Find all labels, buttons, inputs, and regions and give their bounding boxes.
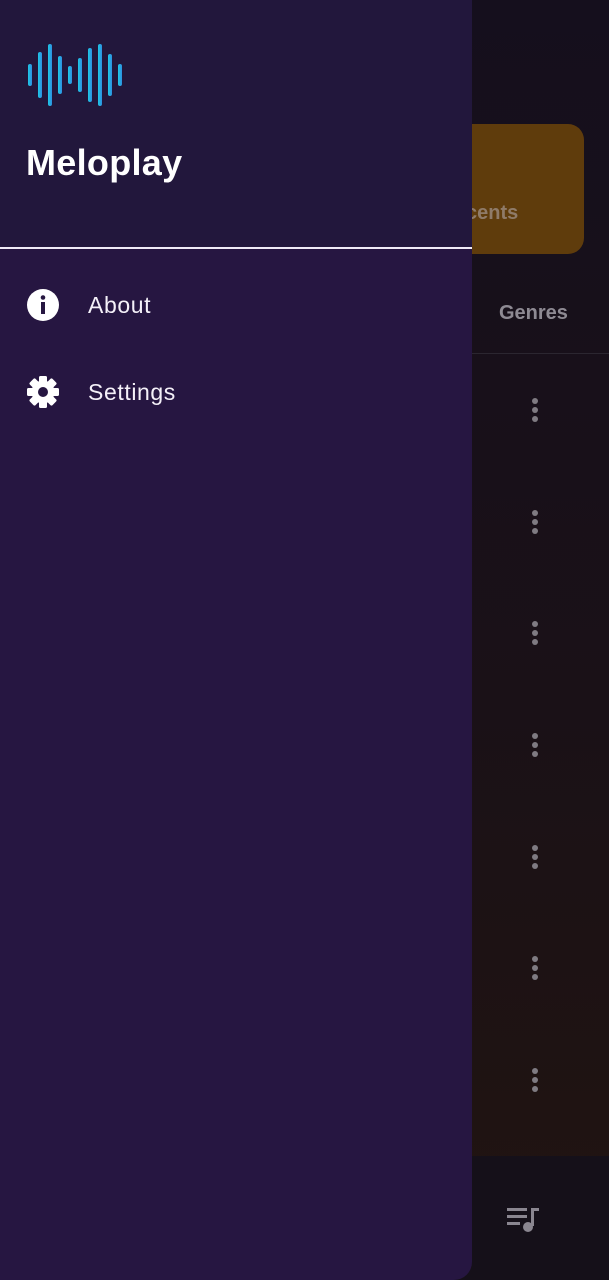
- more-vert-icon[interactable]: [526, 730, 544, 760]
- more-vert-icon[interactable]: [526, 507, 544, 537]
- drawer-item-settings[interactable]: Settings: [0, 354, 472, 430]
- info-icon: [27, 289, 59, 321]
- more-vert-icon[interactable]: [526, 395, 544, 425]
- drawer-item-about[interactable]: About: [0, 267, 472, 343]
- app-screen: ı cents Genres: [0, 0, 609, 1280]
- navigation-drawer: Meloplay About Settings: [0, 0, 472, 1280]
- tab-genres[interactable]: Genres: [499, 302, 568, 325]
- drawer-item-label: Settings: [88, 378, 176, 405]
- drawer-header: Meloplay: [0, 0, 472, 247]
- tab-divider: [472, 353, 609, 354]
- drawer-divider: [0, 247, 472, 249]
- soundwave-icon: [28, 44, 122, 106]
- more-vert-icon[interactable]: [526, 1065, 544, 1095]
- queue-music-icon[interactable]: [505, 1204, 541, 1234]
- more-vert-icon[interactable]: [526, 618, 544, 648]
- gear-icon: [27, 376, 59, 408]
- drawer-item-label: About: [88, 291, 152, 318]
- recents-card-label: cents: [466, 202, 519, 224]
- app-title: Meloplay: [26, 142, 183, 183]
- more-vert-icon[interactable]: [526, 953, 544, 983]
- more-vert-icon[interactable]: [526, 842, 544, 872]
